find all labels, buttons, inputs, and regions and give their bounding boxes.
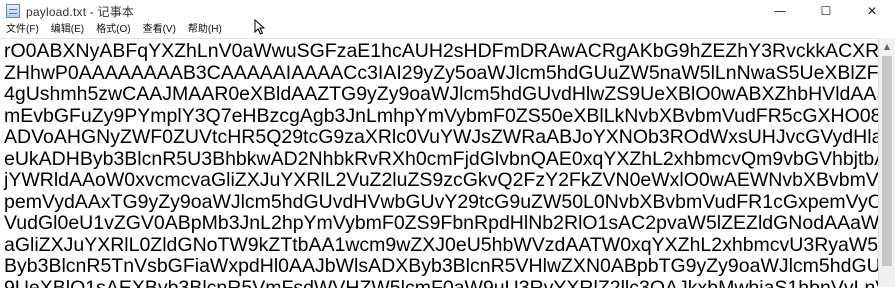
text-line: aGliZXJuYXRlL0ZldGNoTW9kZTtbAA1wcm9wZXJ0… bbox=[4, 235, 878, 257]
title-bar[interactable]: payload.txt - 记事本 — ☐ ✕ bbox=[0, 0, 895, 22]
scrollbar-thumb[interactable] bbox=[882, 56, 892, 266]
scroll-up-arrow-icon[interactable]: ▲ bbox=[879, 40, 895, 54]
window-controls: — ☐ ✕ bbox=[757, 0, 895, 22]
menu-format[interactable]: 格式(O) bbox=[90, 22, 136, 38]
close-button[interactable]: ✕ bbox=[849, 0, 895, 22]
text-line: Byb3BlcnR5TnVsbGFiaWxpdHl0AAJbWlsADXByb3… bbox=[4, 256, 878, 278]
text-line: 9UeXBlO1sAEXByb3BlcnR5VmFsdWVHZW5lcmF0aW… bbox=[4, 278, 878, 288]
text-line: rO0ABXNyABFqYXZhLnV0aWwuSGFzaE1hcAUH2sHD… bbox=[4, 41, 878, 63]
vertical-scrollbar[interactable]: ▲ bbox=[878, 38, 895, 287]
text-line: mEvbGFuZy9PYmplY3Q7eHBzcgAgb3JnLmhpYmVyb… bbox=[4, 106, 878, 128]
menu-help[interactable]: 帮助(H) bbox=[182, 22, 228, 38]
text-line: 4gUshmh5zwCAAJMAAR0eXBldAAZTG9yZy9oaWJlc… bbox=[4, 84, 878, 106]
notepad-icon bbox=[6, 4, 20, 18]
text-line: ADVoAHGNyZWF0ZUVtcHR5Q29tcG9zaXRlc0VuYWJ… bbox=[4, 127, 878, 149]
text-line: ZHhwP0AAAAAAAAB3CAAAAAIAAAACc3IAI29yZy5o… bbox=[4, 63, 878, 85]
menu-file[interactable]: 文件(F) bbox=[0, 22, 45, 38]
editor-text[interactable]: rO0ABXNyABFqYXZhLnV0aWwuSGFzaE1hcAUH2sHD… bbox=[0, 39, 878, 288]
text-line: pemVydAAxTG9yZy9oaWJlcm5hdGUvdHVwbGUvY29… bbox=[4, 192, 878, 214]
mouse-pointer-icon bbox=[254, 19, 266, 35]
text-line: eUkADHByb3BlcnR5U3BhbkwAD2NhbkRvRXh0cmFj… bbox=[4, 149, 878, 171]
menu-view[interactable]: 查看(V) bbox=[137, 22, 182, 38]
maximize-button[interactable]: ☐ bbox=[803, 0, 849, 22]
window-title: payload.txt - 记事本 bbox=[26, 3, 134, 20]
text-editor[interactable]: rO0ABXNyABFqYXZhLnV0aWwuSGFzaE1hcAUH2sHD… bbox=[0, 38, 878, 288]
text-line: VudGl0eU1vZGV0ABpMb3JnL2hpYmVybmF0ZS9Fbn… bbox=[4, 213, 878, 235]
menu-bar: 文件(F) 编辑(E) 格式(O) 查看(V) 帮助(H) bbox=[0, 22, 895, 38]
notepad-window: payload.txt - 记事本 — ☐ ✕ 文件(F) 编辑(E) 格式(O… bbox=[0, 0, 895, 287]
text-line: jYWRldAAoW0xvcmcvaGliZXJuYXRlL2VuZ2luZS9… bbox=[4, 170, 878, 192]
minimize-button[interactable]: — bbox=[757, 0, 803, 22]
menu-edit[interactable]: 编辑(E) bbox=[45, 22, 90, 38]
